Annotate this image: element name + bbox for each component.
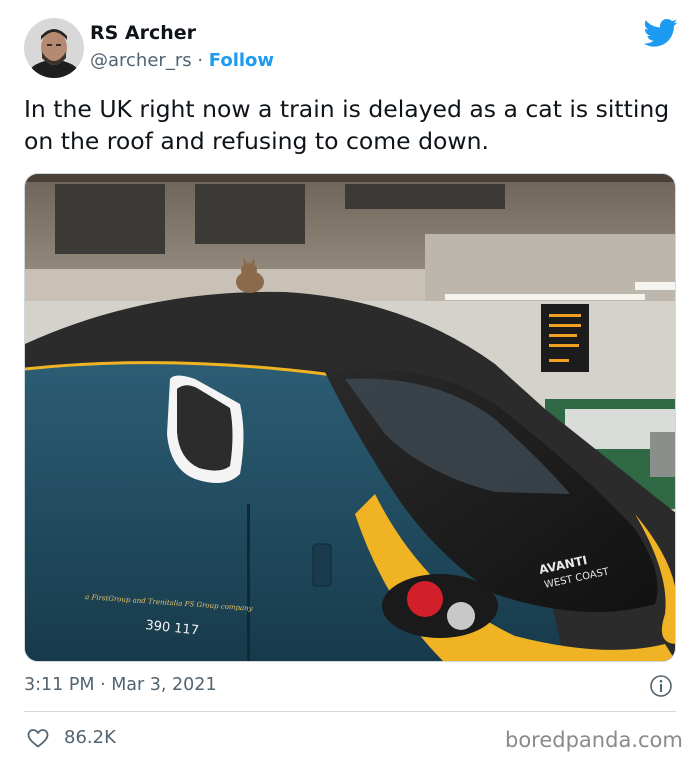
handle-separator: ·	[191, 50, 209, 71]
author-handle[interactable]: @archer_rs	[90, 50, 192, 71]
like-count[interactable]: 86.2K	[64, 727, 116, 748]
tweet-text: In the UK right now a train is delayed a…	[24, 95, 670, 155]
tweet-timestamp[interactable]: 3:11 PM · Mar 3, 2021	[24, 675, 217, 695]
info-icon[interactable]	[649, 674, 673, 698]
author-handle-row: @archer_rs · Follow	[90, 50, 274, 71]
follow-button[interactable]: Follow	[209, 50, 274, 71]
author-display-name[interactable]: RS Archer	[90, 22, 196, 44]
footer-divider	[24, 711, 676, 712]
avatar[interactable]	[24, 18, 84, 78]
tweet-photo[interactable]: a FirstGroup and Trenitalia FS Group com…	[24, 173, 676, 662]
watermark: boredpanda.com	[505, 728, 683, 752]
heart-icon[interactable]	[26, 726, 50, 750]
twitter-bird-icon[interactable]	[643, 18, 678, 48]
